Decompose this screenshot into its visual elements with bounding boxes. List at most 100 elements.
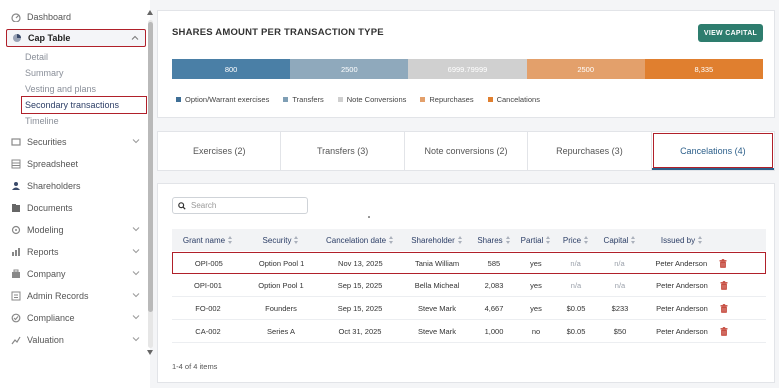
column-header[interactable]: Cancelation date [318, 229, 402, 251]
sort-icon[interactable] [698, 236, 703, 244]
table-cell: Peter Anderson [656, 304, 708, 313]
chevron-down-icon [132, 137, 140, 145]
bar-segment[interactable]: 2500 [290, 59, 409, 79]
column-header[interactable]: Shares [472, 229, 516, 251]
legend-swatch [283, 97, 289, 102]
active-tab-underline [651, 168, 775, 170]
scroll-thumb[interactable] [148, 22, 153, 312]
sidebar-item-cap-table[interactable]: Cap Table [6, 29, 146, 47]
table-row[interactable]: FO-002 Founders Sep 15, 2025 Steve Mark 4,66… [172, 298, 766, 320]
sort-icon[interactable] [584, 236, 589, 244]
column-header[interactable]: Security [244, 229, 318, 251]
sidebar-item-reports[interactable]: Reports [6, 243, 146, 261]
bar-segment[interactable]: 800 [172, 59, 291, 79]
scroll-up-arrow[interactable] [147, 10, 153, 15]
legend-item[interactable]: Repurchases [420, 95, 474, 104]
sort-icon[interactable] [228, 236, 233, 244]
table-row[interactable]: CA-002 Series A Oct 31, 2025 Steve Mark 1,00… [172, 321, 766, 343]
column-header-label: Cancelation date [325, 235, 387, 245]
tab-label: Repurchases (3) [556, 146, 623, 156]
sidebar-item-admin-records[interactable]: Admin Records [6, 287, 146, 305]
chevron-down-icon [132, 291, 140, 299]
chevron-down-icon [132, 247, 140, 255]
sidebar-subitem-secondary-transactions[interactable]: Secondary transactions [21, 96, 147, 114]
table-cell: Nov 13, 2025 [338, 258, 383, 268]
column-header-label: Shareholder [411, 235, 455, 245]
sort-icon[interactable] [389, 236, 394, 244]
sidebar-item-company[interactable]: Company [6, 265, 146, 283]
sidebar-item-dashboard[interactable]: Dashboard [6, 8, 146, 26]
trash-icon [720, 281, 728, 290]
column-header[interactable]: Price [556, 229, 596, 251]
sidebar-item-shareholders[interactable]: Shareholders [6, 177, 146, 195]
sidebar-scrollbar[interactable] [147, 10, 154, 355]
tab-transfers[interactable]: Transfers (3) [281, 132, 405, 170]
legend-item[interactable]: Option/Warrant exercises [176, 95, 269, 104]
table-cell: Bella Micheal [414, 281, 460, 290]
sidebar-item-label: Modeling [27, 225, 64, 235]
legend-item[interactable]: Note Conversions [337, 95, 406, 104]
document-icon [11, 203, 21, 213]
sort-icon[interactable] [294, 236, 299, 244]
tab-exercises[interactable]: Exercises (2) [158, 132, 282, 170]
sidebar-subitem-timeline[interactable]: Timeline [25, 114, 59, 128]
table-cell: n/a [570, 281, 582, 290]
tab-cancelations[interactable]: Cancelations (4) [651, 132, 775, 170]
bar-segment[interactable]: 2500 [526, 59, 645, 79]
stacked-bar: 800 2500 6999.79999 2500 8,335 [172, 59, 763, 79]
sort-icon[interactable] [631, 236, 636, 244]
table-cell: n/a [614, 281, 626, 290]
bar-segment[interactable]: 8,335 [644, 59, 763, 79]
table-row[interactable]: OPI-001 Option Pool 1 Sep 15, 2025 Bella Mi… [172, 275, 766, 297]
table-cell: n/a [570, 258, 581, 268]
table-cell: 2,083 [484, 281, 504, 290]
legend-label: Repurchases [429, 95, 474, 104]
column-header-label: Grant name [182, 235, 226, 245]
tab-repurchases[interactable]: Repurchases (3) [528, 132, 652, 170]
sidebar-item-compliance[interactable]: Compliance [6, 309, 146, 327]
sidebar-item-modeling[interactable]: Modeling [6, 221, 146, 239]
table-cell: Sep 15, 2025 [337, 304, 383, 313]
table-cell: yes [529, 258, 542, 268]
view-capital-button[interactable]: VIEW CAPITAL [698, 24, 763, 42]
column-header[interactable]: Capital [596, 229, 644, 251]
delete-button[interactable] [719, 253, 765, 273]
delete-button[interactable] [720, 275, 766, 296]
sort-icon[interactable] [505, 236, 511, 244]
column-header-label: Price [562, 235, 582, 245]
column-header[interactable]: Shareholder [402, 229, 472, 251]
column-header-label: Partial [520, 235, 544, 245]
spreadsheet-icon [11, 159, 21, 169]
sidebar-item-label: Compliance [27, 313, 75, 323]
sidebar-subitem-detail[interactable]: Detail [25, 50, 48, 64]
sidebar-item-securities[interactable]: Securities [6, 133, 146, 151]
search-input[interactable] [191, 201, 301, 210]
sidebar-item-spreadsheet[interactable]: Spreadsheet [6, 155, 146, 173]
tab-note[interactable]: Note conversions (2) [405, 132, 529, 170]
sidebar-subitem-summary[interactable]: Summary [25, 66, 64, 80]
scroll-down-arrow[interactable] [147, 350, 153, 355]
column-header[interactable]: Partial [516, 229, 556, 251]
sort-icon[interactable] [546, 236, 551, 244]
delete-button[interactable] [720, 321, 766, 342]
valuation-icon [11, 335, 21, 345]
table-cell: Sep 15, 2025 [337, 281, 383, 290]
sidebar-item-label: Reports [27, 247, 59, 257]
table-cell: yes [530, 304, 542, 313]
company-icon [11, 269, 21, 279]
legend-item[interactable]: Cancelations [487, 95, 540, 104]
sort-icon[interactable] [457, 236, 463, 244]
sidebar-item-label: Admin Records [27, 291, 89, 301]
table-cell: 1,000 [484, 327, 504, 336]
sidebar-item-label: Securities [27, 137, 67, 147]
legend-item[interactable]: Transfers [283, 95, 324, 104]
search-box[interactable] [172, 197, 308, 214]
sidebar-item-valuation[interactable]: Valuation [6, 331, 146, 349]
column-header[interactable]: Issued by [644, 229, 720, 251]
column-header[interactable]: Grant name [172, 229, 244, 251]
table-row[interactable]: OPI-005 Option Pool 1 Nov 13, 2025 Tania Wi… [172, 252, 766, 274]
sidebar-subitem-vesting[interactable]: Vesting and plans [25, 82, 96, 96]
bar-segment[interactable]: 6999.79999 [408, 59, 527, 79]
sidebar-item-documents[interactable]: Documents [6, 199, 146, 217]
delete-button[interactable] [720, 298, 766, 319]
